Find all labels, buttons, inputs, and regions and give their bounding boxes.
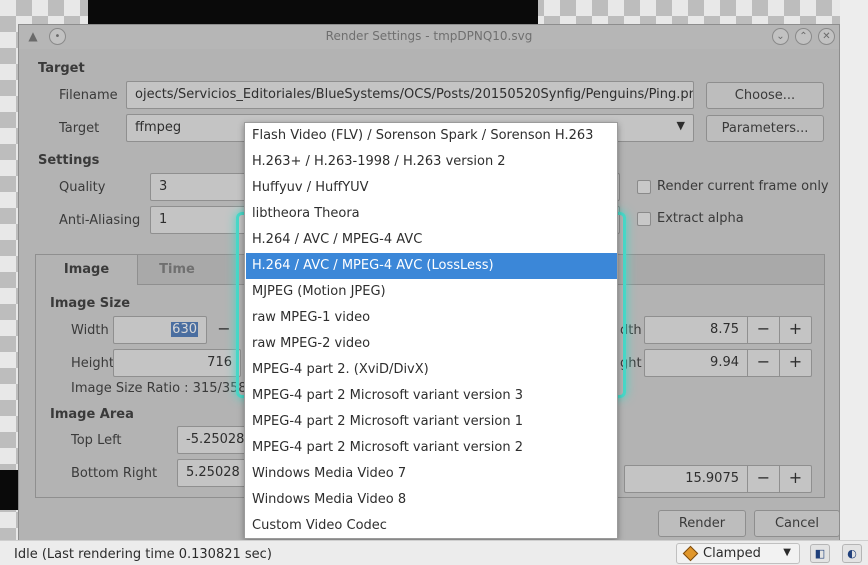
tab-time[interactable]: Time (140, 255, 214, 285)
extract-alpha-label: Extract alpha (657, 211, 744, 226)
render-current-frame-label: Render current frame only (657, 179, 829, 194)
chevron-down-icon: ▼ (783, 547, 791, 558)
width-label: Width (71, 323, 109, 338)
cancel-button[interactable]: Cancel (754, 510, 840, 537)
interpolation-value: Clamped (703, 546, 761, 561)
tab-image[interactable]: Image (36, 255, 138, 285)
codec-option[interactable]: MJPEG (Motion JPEG) (246, 279, 617, 305)
render-current-frame-checkbox[interactable] (637, 180, 651, 194)
render-button[interactable]: Render (658, 510, 746, 537)
physical-width-decrement[interactable]: − (747, 317, 779, 343)
image-size-ratio: Image Size Ratio : 315/358 (71, 381, 247, 396)
choose-button[interactable]: Choose... (706, 82, 824, 109)
top-left-label: Top Left (71, 433, 122, 448)
maximize-icon[interactable]: ⌃ (795, 28, 812, 45)
physical-width-increment[interactable]: + (779, 317, 811, 343)
codec-option[interactable]: MPEG-4 part 2 Microsoft variant version … (246, 383, 617, 409)
parameters-button[interactable]: Parameters... (706, 115, 824, 142)
codec-option[interactable]: Windows Media Video 8 (246, 487, 617, 513)
codec-option[interactable]: raw MPEG-2 video (246, 331, 617, 357)
codec-option-selected[interactable]: H.264 / AVC / MPEG-4 AVC (LossLess) (246, 253, 617, 279)
height-label: Height (71, 356, 114, 371)
filename-field[interactable]: ojects/Servicios_Editoriales/BlueSystems… (126, 81, 694, 109)
codec-option[interactable]: raw MPEG-1 video (246, 305, 617, 331)
settings-heading: Settings (38, 153, 100, 168)
status-bar: Idle (Last rendering time 0.130821 sec) … (0, 540, 868, 565)
interpolation-select[interactable]: Clamped ▼ (676, 543, 800, 564)
filename-label: Filename (59, 88, 118, 103)
codec-option[interactable]: H.264 / AVC / MPEG-4 AVC (246, 227, 617, 253)
image-area-heading: Image Area (50, 407, 134, 422)
target-select-value: ffmpeg (135, 120, 182, 135)
area-right-field[interactable]: 15.9075 − + (624, 465, 812, 493)
codec-option[interactable]: Huffyuv / HuffYUV (246, 175, 617, 201)
physical-width-field[interactable]: 8.75 − + (644, 316, 812, 344)
codec-option[interactable]: Custom Video Codec (246, 513, 617, 539)
chevron-down-icon: ▼ (676, 119, 685, 132)
bottom-right-label: Bottom Right (71, 466, 158, 481)
physical-height-field[interactable]: 9.94 − + (644, 349, 812, 377)
onion-skin-icon[interactable]: ◐ (842, 544, 862, 563)
physical-height-increment[interactable]: + (779, 350, 811, 376)
target-heading: Target (38, 61, 85, 76)
clamped-icon (682, 545, 699, 562)
codec-option[interactable]: Windows Media Video 7 (246, 461, 617, 487)
physical-width-value: 8.75 (710, 322, 739, 337)
lock-icon[interactable]: ◧ (810, 544, 830, 563)
codec-option[interactable]: MPEG-4 part 2. (XviD/DivX) (246, 357, 617, 383)
status-text: Idle (Last rendering time 0.130821 sec) (14, 547, 272, 562)
close-icon[interactable]: ✕ (818, 28, 835, 45)
codec-option[interactable]: Flash Video (FLV) / Sorenson Spark / Sor… (246, 123, 617, 149)
width-field[interactable]: 630 (113, 316, 207, 344)
codec-option[interactable]: libtheora Theora (246, 201, 617, 227)
antialiasing-label: Anti-Aliasing (59, 213, 141, 228)
window-title: Render Settings - tmpDPNQ10.svg (325, 29, 533, 43)
codec-dropdown-list[interactable]: Flash Video (FLV) / Sorenson Spark / Sor… (244, 122, 618, 539)
area-right-decrement[interactable]: − (747, 466, 779, 492)
width-value: 630 (171, 322, 198, 337)
height-field[interactable]: 716 (113, 349, 241, 377)
area-right-increment[interactable]: + (779, 466, 811, 492)
quality-label: Quality (59, 180, 106, 195)
image-size-heading: Image Size (50, 296, 131, 311)
physical-height-value: 9.94 (710, 355, 739, 370)
minimize-icon[interactable]: ⌄ (772, 28, 789, 45)
codec-option[interactable]: H.263+ / H.263-1998 / H.263 version 2 (246, 149, 617, 175)
target-label: Target (59, 121, 100, 136)
canvas-right-panel (840, 0, 868, 540)
codec-option[interactable]: MPEG-4 part 2 Microsoft variant version … (246, 435, 617, 461)
title-bar[interactable]: ▲ • Render Settings - tmpDPNQ10.svg ⌄ ⌃ … (19, 25, 839, 49)
area-right-value: 15.9075 (685, 471, 739, 486)
physical-height-decrement[interactable]: − (747, 350, 779, 376)
extract-alpha-checkbox[interactable] (637, 212, 651, 226)
codec-option[interactable]: MPEG-4 part 2 Microsoft variant version … (246, 409, 617, 435)
